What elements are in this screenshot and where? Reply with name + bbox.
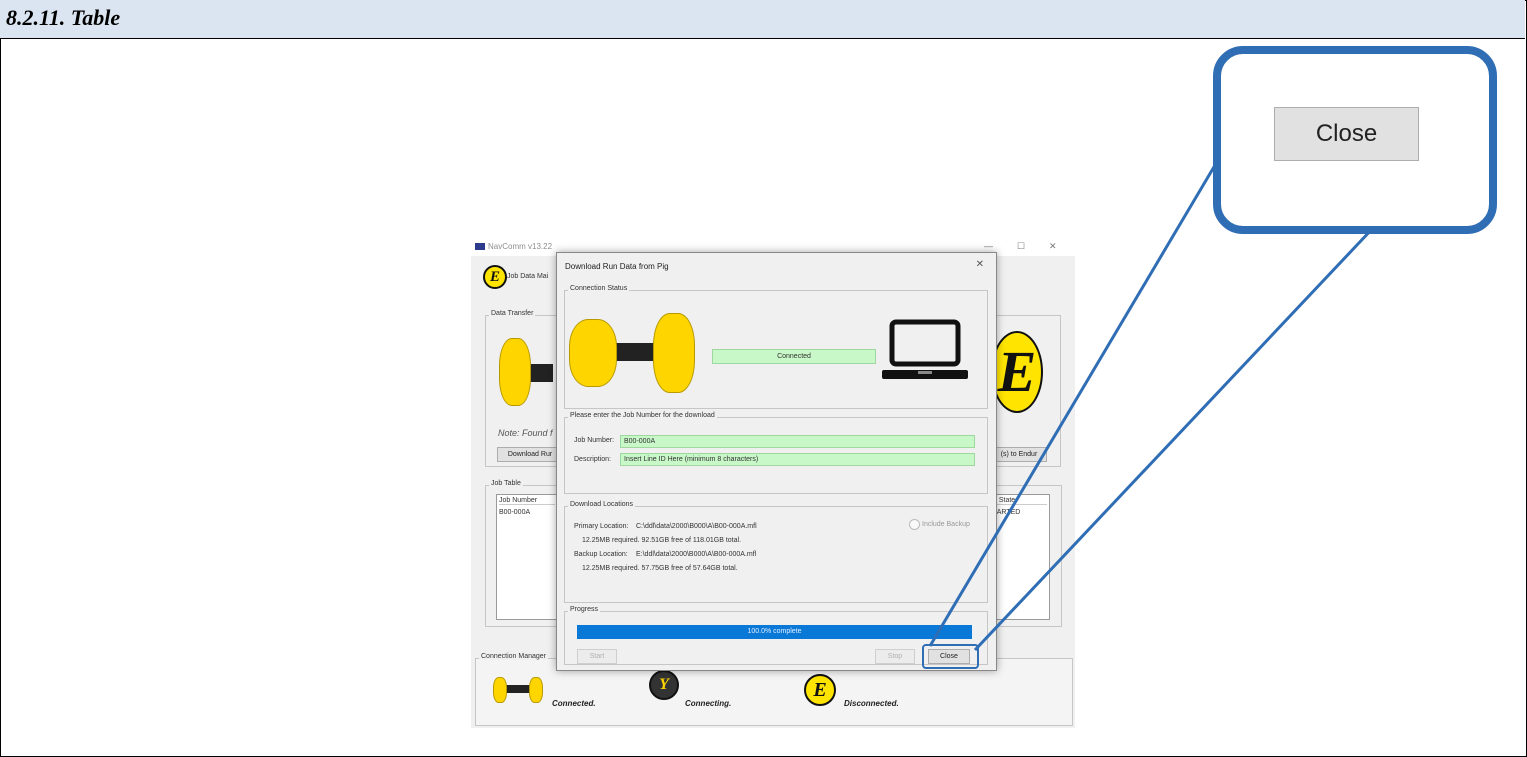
callout-close-button: Close bbox=[1274, 107, 1419, 161]
close-button-callout: Close bbox=[1213, 46, 1497, 234]
